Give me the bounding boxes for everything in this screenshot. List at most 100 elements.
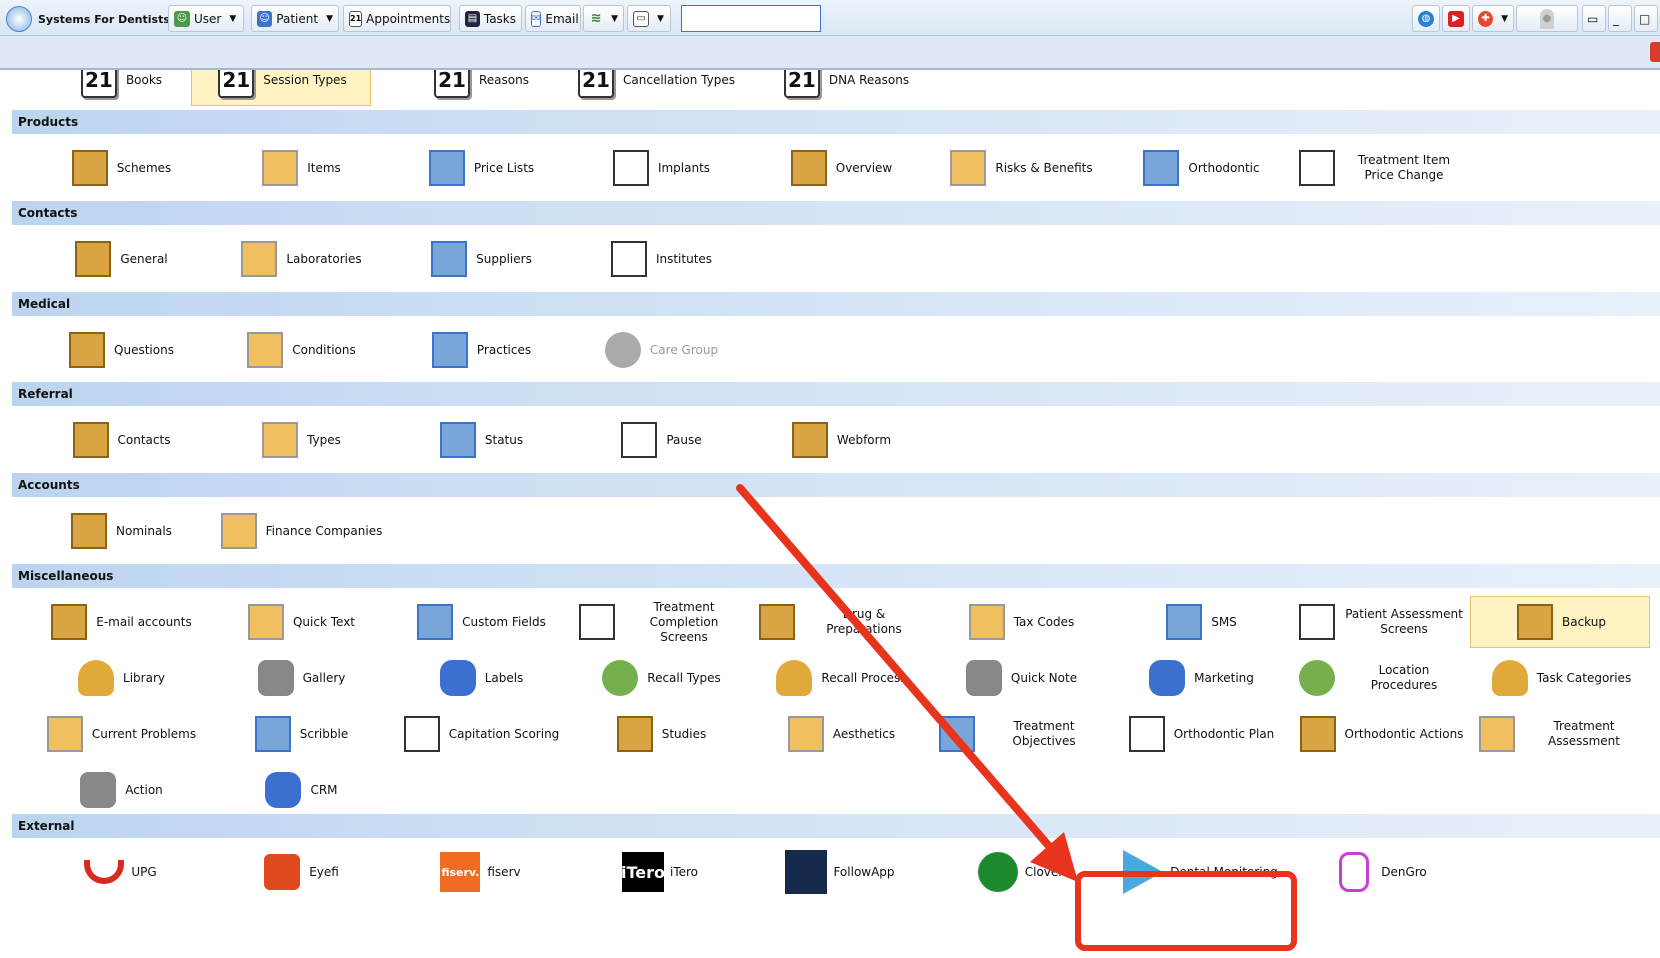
misc-gallery-item[interactable]: Gallery [210, 652, 390, 704]
misc-marketing-item[interactable]: Marketing [1110, 652, 1290, 704]
medical-practices-item[interactable]: Practices [390, 324, 570, 376]
item-label: Treatment Assessment [1548, 719, 1620, 748]
misc-labels-item[interactable]: Labels [390, 652, 570, 704]
globe-button[interactable]: ◍ [1412, 5, 1440, 32]
misc-current-problems-item[interactable]: Current Problems [30, 708, 210, 760]
misc-backup-item[interactable]: Backup [1470, 596, 1650, 648]
misc-quick-note-item[interactable]: Quick Note [930, 652, 1110, 704]
item-label: DenGro [1381, 864, 1427, 879]
products-price-lists-item[interactable]: Price Lists [390, 142, 570, 194]
misc-drug-and-preparations-item[interactable]: Drug & Preparations [750, 596, 930, 648]
task-categories-icon [1489, 657, 1531, 699]
products-risks-and-benefits-item[interactable]: Risks & Benefits [930, 142, 1110, 194]
contacts-institutes-item[interactable]: Institutes [570, 233, 750, 285]
misc-studies-item[interactable]: Studies [570, 708, 750, 760]
external-followapp-item[interactable]: FollowApp [750, 846, 930, 898]
misc-treatment-objectives-item[interactable]: Treatment Objectives [930, 708, 1110, 760]
appointments-label: Appointments [366, 11, 451, 26]
misc-aesthetics-item[interactable]: Aesthetics [750, 708, 930, 760]
session-types-item[interactable]: 21 Session Types [191, 70, 371, 106]
labels-icon [437, 657, 479, 699]
misc-location-procedures-item[interactable]: Location Procedures [1290, 652, 1470, 704]
upg-icon [83, 851, 125, 893]
medical-questions-item[interactable]: Questions [30, 324, 210, 376]
cancellation-types-item[interactable]: 21 Cancellation Types [560, 70, 750, 106]
medical-care-group-item[interactable]: Care Group [570, 324, 750, 376]
referral-types-item[interactable]: Types [210, 414, 390, 466]
minimize-icon: _ [1613, 11, 1619, 26]
products-schemes-item[interactable]: Schemes [30, 142, 210, 194]
products-orthodontic-item[interactable]: Orthodontic [1110, 142, 1290, 194]
treatment-objectives-icon [936, 713, 978, 755]
misc-patient-assessment-screens-item[interactable]: Patient Assessment Screens [1290, 596, 1470, 648]
item-label: Laboratories [286, 251, 362, 266]
medical-conditions-item[interactable]: Conditions [210, 324, 390, 376]
external-eyefi-item[interactable]: Eyefi [210, 846, 390, 898]
item-label: Types [307, 432, 341, 447]
misc-capitation-scoring-item[interactable]: Capitation Scoring [390, 708, 570, 760]
section-header-products: Products [12, 110, 1660, 134]
chevron-down-icon: ▼ [657, 13, 664, 24]
risks-and-benefits-icon [947, 147, 989, 189]
external-upg-item[interactable]: UPG [30, 846, 210, 898]
email-button[interactable]: ✉ Email [525, 5, 581, 32]
lifebuoy-button[interactable]: ✚ ▼ [1472, 5, 1514, 32]
item-label: Custom Fields [462, 614, 546, 629]
item-label: Action [125, 782, 163, 797]
misc-quick-text-item[interactable]: Quick Text [210, 596, 390, 648]
misc-action-item[interactable]: Action [30, 764, 210, 816]
contacts-general-item[interactable]: General [30, 233, 210, 285]
products-items-item[interactable]: Items [210, 142, 390, 194]
maximize-window-button[interactable]: □ [1634, 5, 1658, 32]
referral-pause-item[interactable]: Pause [570, 414, 750, 466]
misc-custom-fields-item[interactable]: Custom Fields [390, 596, 570, 648]
books-item[interactable]: 21 Books [30, 70, 210, 106]
misc-orthodontic-actions-item[interactable]: Orthodontic Actions [1290, 708, 1470, 760]
item-label: Task Categories [1536, 670, 1632, 685]
referral-status-item[interactable]: Status [390, 414, 570, 466]
minimize-window-button[interactable]: _ [1608, 5, 1632, 32]
misc-library-item[interactable]: Library [30, 652, 210, 704]
followapp-icon [785, 850, 828, 894]
signal-button[interactable]: ≋ ▼ [583, 5, 624, 32]
contacts-suppliers-item[interactable]: Suppliers [390, 233, 570, 285]
user-icon: ☺ [174, 10, 190, 27]
misc-recall-process-item[interactable]: Recall Process [750, 652, 930, 704]
appointments-button[interactable]: 21 Appointments [343, 5, 451, 32]
reasons-item[interactable]: 21 Reasons [390, 70, 570, 106]
dna-reasons-item[interactable]: 21 DNA Reasons [755, 70, 935, 106]
products-overview-item[interactable]: Overview [750, 142, 930, 194]
profile-button[interactable]: ● [1516, 5, 1578, 32]
accounts-nominals-item[interactable]: Nominals [30, 505, 210, 557]
misc-treatment-assessment-item[interactable]: Treatment Assessment [1470, 708, 1650, 760]
item-label: fiserv [487, 864, 521, 879]
tasks-button[interactable]: ▤ Tasks [459, 5, 522, 32]
misc-recall-types-item[interactable]: Recall Types [570, 652, 750, 704]
youtube-button[interactable]: ▶ [1442, 5, 1470, 32]
external-dengro-item[interactable]: DenGro [1290, 846, 1470, 898]
products-treatment-item-price-change-item[interactable]: Treatment Item Price Change [1290, 142, 1470, 194]
layout-button[interactable]: ▭ ▼ [627, 5, 671, 32]
products-implants-item[interactable]: Implants [570, 142, 750, 194]
misc-sms-item[interactable]: SMS [1110, 596, 1290, 648]
external-fiserv-item[interactable]: fiserv. fiserv [390, 846, 570, 898]
misc-orthodontic-plan-item[interactable]: Orthodontic Plan [1110, 708, 1290, 760]
user-menu-button[interactable]: ☺ User ▼ [168, 5, 244, 32]
accounts-finance-companies-item[interactable]: Finance Companies [210, 505, 390, 557]
referral-webform-item[interactable]: Webform [750, 414, 930, 466]
referral-contacts-item[interactable]: Contacts [30, 414, 210, 466]
misc-tax-codes-item[interactable]: Tax Codes [930, 596, 1110, 648]
misc-treatment-completion-screens-item[interactable]: Treatment Completion Screens [570, 596, 750, 648]
item-label: Recall Process [821, 670, 907, 685]
misc-crm-item[interactable]: CRM [210, 764, 390, 816]
restore-window-button[interactable]: ▭ [1582, 5, 1606, 32]
misc-scribble-item[interactable]: Scribble [210, 708, 390, 760]
external-itero-item[interactable]: iTero iTero [570, 846, 750, 898]
contacts-laboratories-item[interactable]: Laboratories [210, 233, 390, 285]
person-silhouette-icon: ● [1540, 8, 1554, 29]
patient-menu-button[interactable]: ☺ Patient ▼ [251, 5, 339, 32]
misc-e-mail-accounts-item[interactable]: E-mail accounts [30, 596, 210, 648]
misc-task-categories-item[interactable]: Task Categories [1470, 652, 1650, 704]
close-tab-icon[interactable] [1650, 42, 1660, 62]
search-input[interactable] [681, 5, 821, 32]
